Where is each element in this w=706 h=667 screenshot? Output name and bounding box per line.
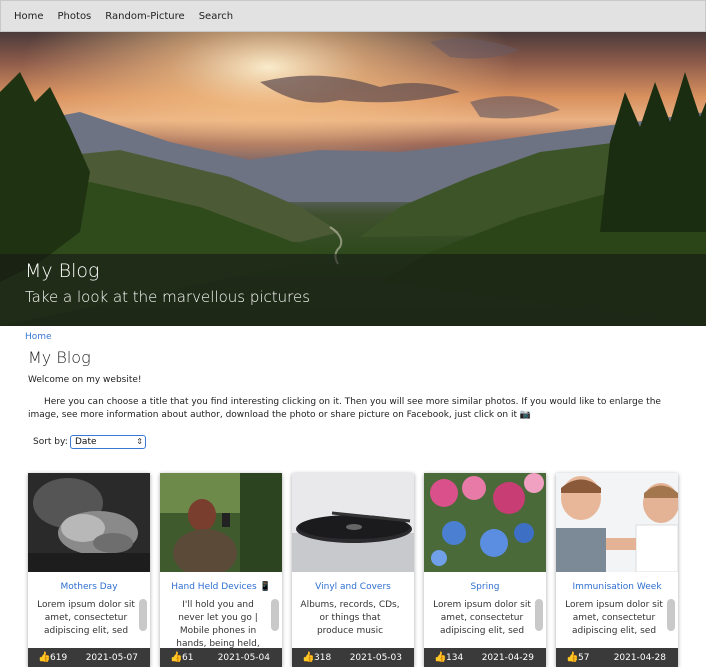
card-footer: 👍 619 2021-05-07 [28,648,150,667]
thumbs-up-icon[interactable]: 👍 [38,652,50,663]
post-date: 2021-05-04 [217,653,270,663]
vaccination-photo [556,473,678,572]
page-title: My Blog [28,348,91,367]
gallery-card-mothers-day[interactable]: Mothers Day Lorem ipsum dolor sit amet, … [28,473,150,667]
like-count: 619 [50,653,68,663]
updown-caret-icon: ⇕ [136,437,143,446]
intro-text: Here you can choose a title that you fin… [28,397,661,420]
like-count: 318 [314,653,332,663]
card-scrollbar[interactable] [139,599,147,631]
card-description: Lorem ipsum dolor sit amet, consectetur … [37,600,135,636]
post-date: 2021-04-28 [613,653,666,663]
hero-title: My Blog [25,260,100,282]
record-player-photo [292,473,414,572]
card-title[interactable]: Spring [424,582,546,592]
thumbs-up-icon[interactable]: 👍 [170,652,182,663]
card-footer: 👍 134 2021-04-29 [424,648,546,667]
card-scrollbar[interactable] [667,599,675,631]
gallery-card-spring[interactable]: Spring Lorem ipsum dolor sit amet, conse… [424,473,546,667]
card-image[interactable] [424,473,546,572]
woman-with-phone-photo [160,473,282,572]
like-count: 61 [182,653,194,663]
hero-subtitle: Take a look at the marvellous pictures [25,288,311,306]
nav-home[interactable]: Home [7,11,51,22]
welcome-text: Welcome on my website! [28,375,142,385]
like-count: 57 [578,653,590,663]
card-footer: 👍 57 2021-04-28 [556,648,678,667]
card-description: Albums, records, CDs, or things that pro… [300,600,400,636]
card-title[interactable]: Immunisation Week [556,582,678,592]
post-date: 2021-05-07 [85,653,138,663]
gallery-card-vinyl-and-covers[interactable]: Vinyl and Covers Albums, records, CDs, o… [292,473,414,667]
card-description: I'll hold you and never let you go | Mob… [176,600,260,649]
card-image[interactable] [292,473,414,572]
thumbs-up-icon[interactable]: 👍 [434,652,446,663]
top-navigation: Home Photos Random-Picture Search [0,0,706,32]
sort-selected-value: Date [75,437,97,447]
like-count: 134 [446,653,464,663]
card-image[interactable] [160,473,282,572]
thumbs-up-icon[interactable]: 👍 [302,652,314,663]
gallery-card-hand-held-devices[interactable]: Hand Held Devices 📱 I'll hold you and ne… [160,473,282,667]
card-footer: 👍 61 2021-05-04 [160,648,282,667]
card-title[interactable]: Mothers Day [28,582,150,592]
card-description: Lorem ipsum dolor sit amet, consectetur … [433,600,531,636]
nav-photos[interactable]: Photos [51,11,99,22]
post-date: 2021-04-29 [481,653,534,663]
card-footer: 👍 318 2021-05-03 [292,648,414,667]
hero-banner: My Blog Take a look at the marvellous pi… [0,32,706,326]
card-scrollbar[interactable] [535,599,543,631]
card-image[interactable] [556,473,678,572]
hands-photo [28,473,150,572]
sort-label: Sort by: [33,437,68,447]
card-scrollbar[interactable] [271,599,279,631]
thumbs-up-icon[interactable]: 👍 [566,652,578,663]
gallery-card-immunisation-week[interactable]: Immunisation Week Lorem ipsum dolor sit … [556,473,678,667]
card-description: Lorem ipsum dolor sit amet, consectetur … [565,600,663,636]
card-title[interactable]: Vinyl and Covers [292,582,414,592]
card-image[interactable] [28,473,150,572]
card-title[interactable]: Hand Held Devices 📱 [160,582,282,592]
nav-random-picture[interactable]: Random-Picture [98,11,191,22]
nav-search[interactable]: Search [192,11,240,22]
breadcrumb-home[interactable]: Home [25,332,52,342]
post-date: 2021-05-03 [349,653,402,663]
sort-select[interactable]: Date ⇕ [70,435,146,449]
spring-flowers-photo [424,473,546,572]
